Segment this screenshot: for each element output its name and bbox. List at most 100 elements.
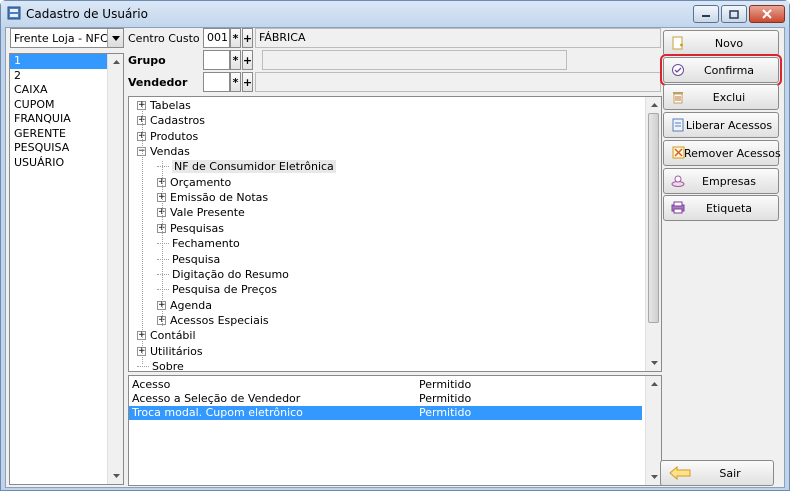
close-icon <box>762 9 772 19</box>
minimize-button[interactable] <box>693 5 719 23</box>
grupo-description <box>262 50 567 70</box>
tree-node[interactable]: Pesquisa <box>157 252 220 267</box>
title-bar[interactable]: Cadastro de Usuário <box>1 1 789 27</box>
tree-node[interactable]: + Vale Presente <box>157 205 245 220</box>
tree-connector <box>137 365 149 367</box>
new-document-icon <box>671 36 685 50</box>
tree-node[interactable]: + Produtos <box>137 129 198 144</box>
building-icon <box>671 174 685 188</box>
vendedor-code-field[interactable] <box>203 72 230 92</box>
grid-scrollbar[interactable] <box>645 376 661 485</box>
printer-icon <box>671 201 685 215</box>
novo-button[interactable]: Novo <box>663 30 779 56</box>
centro-custo-search-button[interactable]: * <box>230 28 241 48</box>
empresas-button[interactable]: Empresas <box>663 168 779 194</box>
permissions-grid[interactable]: Acesso Permitido Acesso a Seleção de Vende… <box>128 375 662 486</box>
tree-node[interactable]: + Pesquisas <box>157 221 224 236</box>
tree-connector <box>157 289 169 291</box>
tree-node[interactable]: NF de Consumidor Eletrônica <box>157 159 336 174</box>
scroll-up-icon[interactable] <box>646 376 661 392</box>
window-title: Cadastro de Usuário <box>26 7 148 21</box>
permission-value: Permitido <box>419 392 472 405</box>
tree-node[interactable]: + Emissão de Notas <box>157 190 268 205</box>
app-icon <box>7 6 21 20</box>
tree-node-label: Pesquisas <box>170 221 224 235</box>
exclui-button[interactable]: Exclui <box>663 84 779 110</box>
exit-arrow-icon <box>669 465 691 481</box>
tree-scrollbar[interactable] <box>645 97 661 371</box>
tree-node-label: Emissão de Notas <box>170 191 269 205</box>
tree-node-label: Cadastros <box>150 114 205 128</box>
tree-node[interactable]: Sobre <box>137 359 184 371</box>
tree-node-label: Orçamento <box>170 175 232 189</box>
tree-node-label: Digitação do Resumo <box>172 267 289 281</box>
chevron-down-icon[interactable] <box>107 29 123 47</box>
liberar-acessos-button[interactable]: Liberar Acessos <box>663 112 779 138</box>
tree-node-label: Pesquisa <box>172 252 221 266</box>
tree-node[interactable]: Digitação do Resumo <box>157 267 289 282</box>
sair-button[interactable]: Sair <box>660 460 774 486</box>
permission-value: Permitido <box>419 406 472 419</box>
maximize-icon <box>729 9 739 19</box>
tree-node[interactable]: + Orçamento <box>157 175 231 190</box>
scroll-down-icon[interactable] <box>108 468 124 484</box>
centro-custo-description: FÁBRICA <box>255 28 661 48</box>
unlock-icon <box>671 118 685 132</box>
tree-guide-line <box>162 161 163 326</box>
tree-node[interactable]: − Vendas <box>137 144 190 159</box>
tree-node[interactable]: + Utilitários <box>137 344 203 359</box>
tree-node[interactable]: Pesquisa de Preços <box>157 282 277 297</box>
grupo-search-button[interactable]: * <box>230 50 241 70</box>
grupo-add-button[interactable]: + <box>242 50 253 70</box>
vendedor-description <box>255 72 661 92</box>
maximize-button[interactable] <box>721 5 747 23</box>
centro-custo-code-field[interactable]: 001 <box>203 28 230 48</box>
grupo-label: Grupo <box>128 54 166 67</box>
user-list-scrollbar[interactable] <box>107 54 123 484</box>
remover-acessos-button[interactable]: Remover Acessos <box>663 140 781 166</box>
check-circle-icon <box>671 63 685 77</box>
grupo-code-field[interactable] <box>203 50 230 70</box>
tree-node-label: Fechamento <box>172 237 240 251</box>
permission-row[interactable]: Troca modal. Cupom eletrônico Permitido <box>129 406 642 420</box>
tree-connector <box>157 243 169 245</box>
tree-connector <box>157 258 169 260</box>
remove-icon <box>671 146 685 160</box>
permission-row[interactable]: Acesso Permitido <box>129 378 642 392</box>
tree-node[interactable]: + Acessos Especiais <box>157 313 269 328</box>
user-list[interactable]: 1 2 CAIXA CUPOM FRANQUIA GERENTE PESQUISA USUÁR… <box>9 53 124 485</box>
client-area: Frente Loja - NFC-e 1 2 CAIXA CUPOM FRANQUIA… <box>5 27 785 488</box>
centro-custo-add-button[interactable]: + <box>242 28 253 48</box>
permissions-tree[interactable]: + Tabelas + Cadastros + Produtos − Vendas NF de … <box>128 96 662 372</box>
close-button[interactable] <box>749 5 785 23</box>
tree-node-label: Utilitários <box>150 344 203 358</box>
tree-node-label: Vendas <box>150 145 190 159</box>
scroll-up-icon[interactable] <box>646 97 661 113</box>
permission-row[interactable]: Acesso a Seleção de Vendedor Permitido <box>129 392 642 406</box>
scroll-down-icon[interactable] <box>646 355 661 371</box>
tree-node-label: Vale Presente <box>170 206 245 220</box>
tree-scroll-thumb[interactable] <box>648 113 659 323</box>
tree-node[interactable]: + Agenda <box>157 298 212 313</box>
tree-node-label: Acessos Especiais <box>170 313 269 327</box>
tree-connector <box>157 273 169 275</box>
confirma-button[interactable]: Confirma <box>660 54 782 86</box>
vendedor-add-button[interactable]: + <box>242 72 253 92</box>
tree-node-label: Contábil <box>150 329 196 343</box>
delete-icon <box>671 90 685 104</box>
tree-node[interactable]: + Tabelas <box>137 98 191 113</box>
tree-node-label: Produtos <box>150 129 199 143</box>
tree-node-label: Agenda <box>170 298 212 312</box>
minimize-icon <box>702 15 710 17</box>
tree-node[interactable]: Fechamento <box>157 236 240 251</box>
vendedor-search-button[interactable]: * <box>230 72 241 92</box>
tree-node[interactable]: + Cadastros <box>137 113 205 128</box>
scroll-up-icon[interactable] <box>108 54 124 70</box>
tree-node-label: Pesquisa de Preços <box>172 283 277 297</box>
tree-node[interactable]: + Contábil <box>137 328 196 343</box>
centro-custo-label: Centro Custo <box>128 32 200 45</box>
tree-guide-line <box>142 102 143 364</box>
module-select[interactable]: Frente Loja - NFC-e <box>10 28 124 48</box>
etiqueta-button[interactable]: Etiqueta <box>663 195 779 221</box>
permission-value: Permitido <box>419 378 472 391</box>
